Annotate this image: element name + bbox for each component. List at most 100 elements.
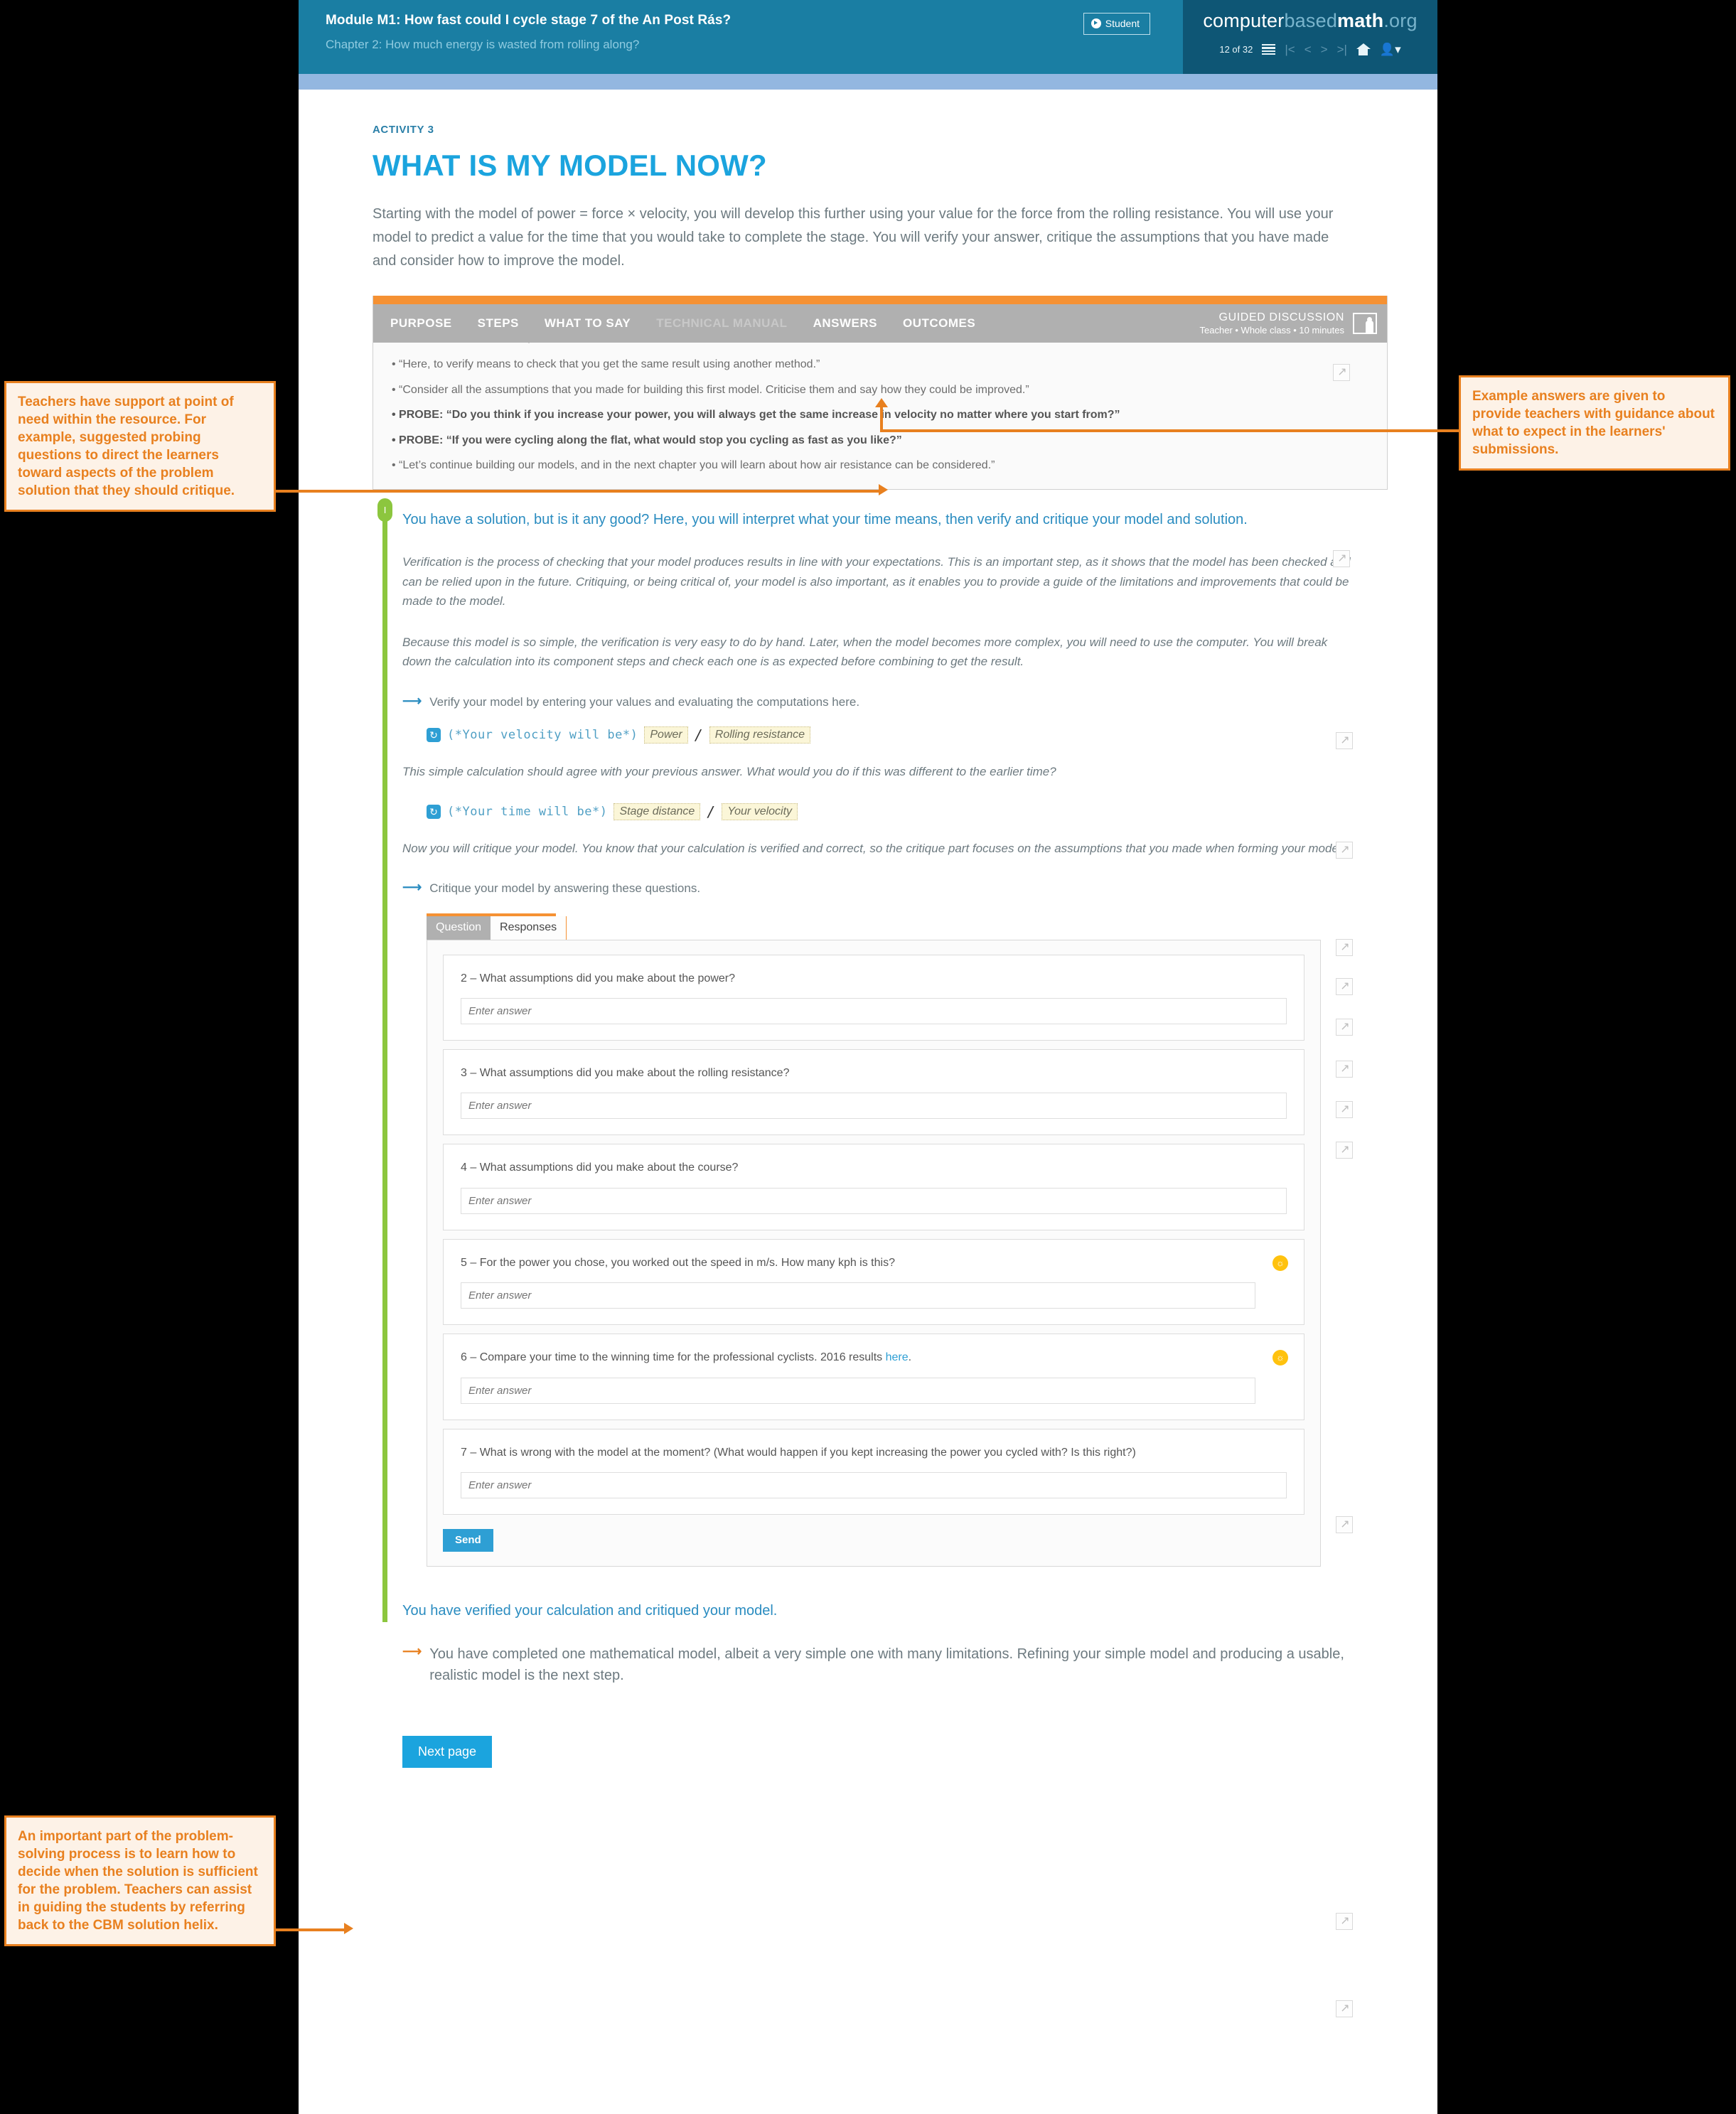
expand-icon[interactable] [1336,1516,1354,1533]
formula-velocity-code: (*Your velocity will be*) [447,728,638,743]
question-text: 4 – What assumptions did you make about … [461,1161,739,1174]
expand-icon[interactable] [1336,1061,1354,1078]
formula-time[interactable]: ↻ (*Your time will be*) Stage distance /… [427,803,1388,820]
question-card: 7 – What is wrong with the model at the … [443,1428,1304,1515]
teacher-line-1: • “Here, to verify means to check that y… [392,358,820,370]
play-circle-icon [1091,18,1101,28]
send-button[interactable]: Send [443,1529,493,1552]
last-page-icon[interactable]: >| [1337,43,1347,55]
question-text: 7 – What is wrong with the model at the … [461,1446,1136,1459]
page-title: WHAT IS MY MODEL NOW? [373,149,767,182]
expand-icon[interactable] [1333,364,1351,381]
answer-input[interactable] [461,1472,1287,1499]
answer-input[interactable] [461,1093,1287,1120]
hint-lightbulb-icon[interactable]: ☼ [1272,1255,1288,1271]
brand-part-3: math [1337,10,1384,31]
formula-velocity-divider: / [694,726,703,744]
annotation-left-top-arrowhead [879,484,888,495]
annotation-right-top: Example answers are given to provide tea… [1459,375,1730,471]
expand-icon[interactable] [1336,1142,1354,1159]
student-role-badge[interactable]: Student [1083,13,1150,35]
question-text: 6 – Compare your time to the winning tim… [461,1350,1287,1365]
whiteboard-teacher-icon [1353,313,1377,334]
user-account-icon[interactable]: 👤▾ [1380,43,1401,55]
brand-logo[interactable]: computerbasedmath.org [1203,10,1417,32]
home-icon[interactable] [1356,43,1371,55]
previous-page-icon[interactable]: < [1304,43,1312,55]
arrow-right-icon: ⟶ [402,880,422,896]
tab-steps[interactable]: STEPS [478,316,519,331]
lesson-section: I You have a solution, but is it any goo… [373,498,1388,1623]
module-title: Module M1: How fast could I cycle stage … [326,13,732,28]
expand-icon[interactable] [1336,1913,1354,1930]
answer-input[interactable] [461,1377,1255,1404]
expand-icon[interactable] [1336,1101,1354,1118]
teacher-line-5: • “Let’s continue building our models, a… [392,459,995,472]
annotation-left-top-line [276,490,882,493]
student-role-label: Student [1105,18,1140,29]
question-text: 5 – For the power you chose, you worked … [461,1256,895,1269]
expand-icon[interactable] [1336,842,1354,859]
next-page-button[interactable]: Next page [402,1736,493,1769]
next-page-icon[interactable]: > [1321,43,1328,55]
annotation-right-top-line-horizontal [880,429,1460,432]
app-header: Module M1: How fast could I cycle stage … [299,0,1437,74]
brand-part-4: .org [1383,10,1418,31]
annotation-right-top-arrowhead [875,392,888,407]
results-link[interactable]: here [886,1351,909,1363]
contents-list-icon[interactable] [1262,44,1276,55]
section-progress-bar [382,508,387,1623]
expand-icon[interactable] [1336,939,1354,956]
tab-responses[interactable]: Responses [491,916,567,940]
question-list: 2 – What assumptions did you make about … [427,939,1321,1567]
annotation-left-bottom-line [276,1928,347,1931]
page-counter: 12 of 32 [1219,44,1253,55]
tab-question[interactable]: Question [427,916,491,940]
tab-purpose[interactable]: PURPOSE [390,316,452,331]
page-body: ACTIVITY 3 WHAT IS MY MODEL NOW? Startin… [299,124,1437,2017]
arrow-right-icon: ⟶ [402,693,422,709]
expand-icon[interactable] [1336,2000,1354,2017]
formula-velocity-slot-power[interactable]: Power [644,726,688,744]
question-text: 3 – What assumptions did you make about … [461,1067,790,1080]
first-page-icon[interactable]: |< [1285,43,1295,55]
instruction-verify: ⟶ Verify your model by entering your val… [402,693,1388,712]
active-tab-caret [520,334,538,343]
question-widget-tabs: Question Responses [427,913,567,940]
tab-answers[interactable]: ANSWERS [813,316,877,331]
question-card: ☼ 5 – For the power you chose, you worke… [443,1238,1304,1326]
instruction-verify-label: Verify your model by entering your value… [429,694,860,709]
question-card: 2 – What assumptions did you make about … [443,954,1304,1041]
formula-time-slot-distance[interactable]: Stage distance [614,803,701,820]
guided-discussion-title: GUIDED DISCUSSION [1218,311,1344,323]
formula-velocity-slot-resistance[interactable]: Rolling resistance [709,726,811,744]
formula-time-slot-velocity[interactable]: Your velocity [722,803,798,820]
formula-time-divider: / [707,803,716,820]
app-window: Module M1: How fast could I cycle stage … [299,0,1437,2114]
question-card: ☼ 6 – Compare your time to the winning t… [443,1334,1304,1420]
closing-paragraph: ⟶ You have completed one mathematical mo… [402,1643,1388,1686]
question-widget: Question Responses 2 – What assumptions … [427,913,1321,1567]
expand-icon[interactable] [1336,732,1354,749]
expand-icon[interactable] [1336,978,1354,995]
answer-input[interactable] [461,1282,1255,1309]
evaluate-refresh-icon[interactable]: ↻ [427,804,441,819]
answer-input[interactable] [461,998,1287,1025]
expand-icon[interactable] [1333,550,1351,567]
question-text-main: 6 – Compare your time to the winning tim… [461,1351,886,1364]
question-text: 2 – What assumptions did you make about … [461,972,735,984]
tab-what-to-say[interactable]: WHAT TO SAY [545,316,631,331]
header-right: computerbasedmath.org 12 of 32 |< < > >|… [1183,0,1437,74]
formula-velocity[interactable]: ↻ (*Your velocity will be*) Power / Roll… [427,726,1388,744]
header-left: Module M1: How fast could I cycle stage … [299,0,1183,74]
formula-time-code: (*Your time will be*) [447,804,608,819]
tab-technical-manual[interactable]: TECHNICAL MANUAL [656,316,787,331]
expand-icon[interactable] [1336,1019,1354,1036]
answer-input[interactable] [461,1187,1287,1214]
guided-discussion-badge: GUIDED DISCUSSION Teacher • Whole class … [1200,311,1387,336]
tab-outcomes[interactable]: OUTCOMES [903,316,975,331]
question-card: 4 – What assumptions did you make about … [443,1144,1304,1230]
annotation-left-top: Teachers have support at point of need w… [4,381,276,513]
evaluate-refresh-icon[interactable]: ↻ [427,728,441,743]
section-paragraph-4: Now you will critique your model. You kn… [402,841,1345,855]
